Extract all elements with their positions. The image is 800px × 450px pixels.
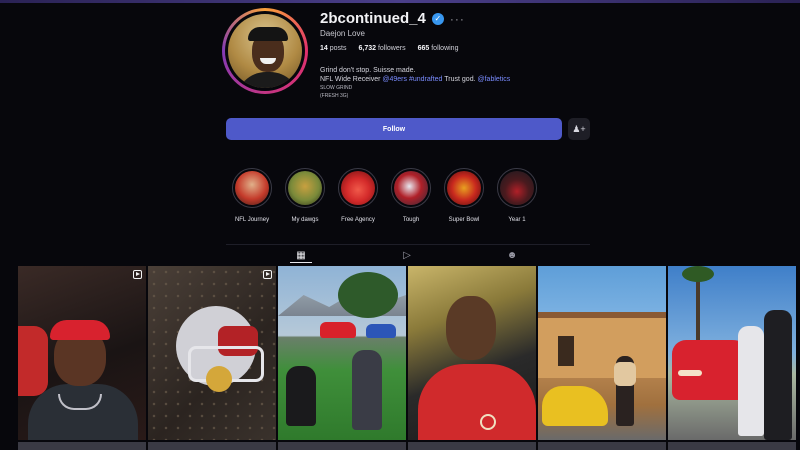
profile-avatar[interactable] <box>222 8 308 94</box>
post-art <box>738 326 764 436</box>
followers-label: followers <box>377 45 406 52</box>
following-stat[interactable]: 665 following <box>418 45 459 52</box>
bio-link-fabletics[interactable]: @fabletics <box>478 76 511 83</box>
avatar-inner <box>225 11 305 91</box>
post-thumbnail[interactable] <box>538 442 666 450</box>
avatar-cap <box>248 27 288 41</box>
highlight-label: My dawgs <box>291 217 319 223</box>
post-art <box>678 370 702 376</box>
full-name: Daejon Love <box>320 29 365 38</box>
suggested-users-icon[interactable]: ♟+ <box>568 118 590 140</box>
post-art <box>446 296 496 360</box>
post-thumbnail[interactable] <box>408 266 536 440</box>
highlight-ring <box>497 168 537 208</box>
reels-icon[interactable]: ▷ <box>400 249 414 261</box>
highlight-free-agency[interactable]: Free Agency <box>338 168 378 223</box>
posts-stat: 14 posts <box>320 45 346 52</box>
post-thumbnail[interactable] <box>278 266 406 440</box>
post-art <box>480 414 496 430</box>
post-art <box>538 312 666 318</box>
post-art <box>418 364 536 440</box>
bio-link-49ers[interactable]: @49ers <box>382 76 407 83</box>
highlight-cover <box>447 171 481 205</box>
highlight-label: Tough <box>402 217 420 223</box>
highlight-ring <box>391 168 431 208</box>
post-art <box>28 384 138 440</box>
highlight-cover <box>341 171 375 205</box>
bio-line-3: SLOW GRIND <box>320 85 353 91</box>
bio-line-1: Grind don't stop. Suisse made. <box>320 67 416 74</box>
post-art <box>50 320 110 340</box>
post-art <box>352 350 382 430</box>
story-highlights: NFL Journey My dawgs Free Agency Tough S… <box>232 168 537 223</box>
highlight-cover <box>500 171 534 205</box>
post-thumbnail[interactable] <box>18 442 146 450</box>
highlight-year-1[interactable]: Year 1 <box>497 168 537 223</box>
post-art <box>320 322 356 338</box>
follow-button[interactable]: Follow <box>226 118 562 140</box>
profile-stats: 14 posts 6,732 followers 665 following <box>320 45 458 52</box>
post-thumbnail[interactable] <box>668 266 796 440</box>
reel-icon <box>263 270 272 279</box>
bio-role: NFL Wide Receiver <box>320 76 381 83</box>
username: 2bcontinued_4 <box>320 10 426 27</box>
post-art <box>682 266 714 282</box>
highlight-tough[interactable]: Tough <box>391 168 431 223</box>
highlight-nfl-journey[interactable]: NFL Journey <box>232 168 272 223</box>
post-thumbnail[interactable] <box>408 442 536 450</box>
posts-label: posts <box>329 45 347 52</box>
post-art <box>18 326 48 396</box>
post-thumbnail[interactable] <box>668 442 796 450</box>
highlight-ring <box>285 168 325 208</box>
post-art <box>764 310 792 440</box>
username-row: 2bcontinued_4 ✓ ··· <box>320 10 465 27</box>
post-thumbnail[interactable] <box>148 266 276 440</box>
verified-badge-icon: ✓ <box>431 12 444 25</box>
highlight-cover <box>235 171 269 205</box>
following-count: 665 <box>417 45 430 52</box>
highlight-super-bowl[interactable]: Super Bowl <box>444 168 484 223</box>
grid-icon[interactable]: ▦ <box>294 249 308 261</box>
post-art <box>558 336 574 366</box>
post-art <box>542 386 608 426</box>
active-tab-indicator <box>290 262 312 263</box>
post-art <box>366 324 396 338</box>
reel-icon <box>133 270 142 279</box>
posts-grid <box>18 266 796 450</box>
highlight-cover <box>394 171 428 205</box>
highlight-ring <box>232 168 272 208</box>
avatar-photo <box>228 14 302 88</box>
tagged-icon[interactable]: ☻ <box>505 249 519 261</box>
post-art <box>614 362 636 386</box>
post-thumbnail[interactable] <box>148 442 276 450</box>
highlight-cover <box>288 171 322 205</box>
post-thumbnail[interactable] <box>278 442 406 450</box>
post-thumbnail[interactable] <box>18 266 146 440</box>
avatar-shirt <box>236 72 300 88</box>
bio-trust-god: Trust god. <box>444 76 476 83</box>
highlight-label: Free Agency <box>341 217 375 223</box>
highlight-ring <box>338 168 378 208</box>
followers-stat[interactable]: 6,732 followers <box>358 45 405 52</box>
bio-hashtag-undrafted[interactable]: #undrafted <box>409 76 442 83</box>
top-accent-bar <box>0 0 800 3</box>
post-art <box>206 366 232 392</box>
profile-bio: Grind don't stop. Suisse made. NFL Wide … <box>320 66 510 100</box>
tabs-divider <box>226 244 590 245</box>
posts-count: 14 <box>320 45 328 52</box>
highlight-my-dawgs[interactable]: My dawgs <box>285 168 325 223</box>
followers-count: 6,732 <box>358 45 377 52</box>
posts-grid-next-row <box>18 442 796 450</box>
post-thumbnail[interactable] <box>538 266 666 440</box>
bio-line-2: NFL Wide Receiver @49ers #undrafted Trus… <box>320 75 510 84</box>
highlight-label: Year 1 <box>508 217 526 223</box>
post-art <box>338 272 398 318</box>
highlight-label: NFL Journey <box>234 217 270 223</box>
following-label: following <box>431 45 459 52</box>
highlight-label: Super Bowl <box>448 217 480 223</box>
highlight-ring <box>444 168 484 208</box>
more-options-icon[interactable]: ··· <box>450 12 465 26</box>
bio-line-4: (FRESH 3G) <box>320 93 349 99</box>
post-art <box>286 366 316 426</box>
